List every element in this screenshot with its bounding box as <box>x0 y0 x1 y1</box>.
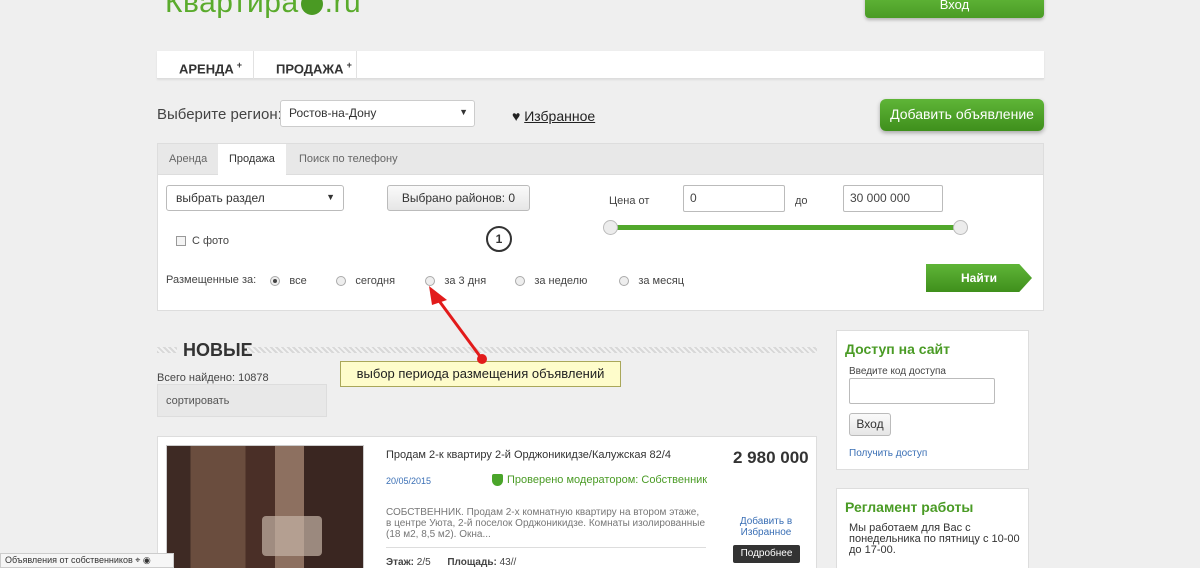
radio-icon[interactable] <box>515 275 525 286</box>
price-slider-max-handle[interactable] <box>953 220 968 235</box>
price-from-label: Цена от <box>609 195 650 207</box>
price-slider-min-handle[interactable] <box>603 220 618 235</box>
eye-icon: ◉ <box>142 555 151 565</box>
schedule-title: Регламент работы <box>845 499 974 515</box>
period-option-label: все <box>289 275 307 287</box>
logo-text: Квартира <box>165 0 299 19</box>
nav-item-label: АРЕНДА <box>179 61 234 77</box>
nav-item-rent[interactable]: АРЕНДА + <box>157 51 254 79</box>
dropdown-arrow-icon: ▼ <box>326 192 335 202</box>
region-select[interactable]: Ростов-на-Дону ▼ <box>280 100 475 127</box>
districts-button[interactable]: Выбрано районов: 0 <box>387 185 530 211</box>
listing-date: 20/05/2015 <box>386 476 432 486</box>
period-option-3days[interactable]: за 3 дня <box>425 273 486 287</box>
status-text: Объявления от собственников <box>5 555 133 565</box>
sort-dropdown[interactable]: сортировать <box>157 384 327 417</box>
with-photo-option[interactable]: С фото <box>176 235 229 247</box>
radio-icon[interactable] <box>270 275 280 286</box>
verified-label: Проверено модератором: Собственник <box>507 474 708 486</box>
annotation-step-badge: 1 <box>486 226 512 252</box>
tab-rent[interactable]: Аренда <box>158 144 218 175</box>
period-option-month[interactable]: за месяц <box>619 273 684 287</box>
access-code-input[interactable] <box>849 378 995 404</box>
radio-icon[interactable] <box>336 275 346 286</box>
site-logo[interactable]: Квартира .ru <box>165 0 361 20</box>
region-label: Выберите регион: <box>157 106 282 123</box>
period-option-all[interactable]: все <box>270 273 307 287</box>
listing-photo[interactable] <box>166 445 364 568</box>
tab-phone-search[interactable]: Поиск по телефону <box>288 144 409 175</box>
access-code-label: Введите код доступа <box>849 366 946 377</box>
top-login-button[interactable]: Вход <box>865 0 1044 18</box>
listing-title[interactable]: Продам 2-к квартиру 2-й Орджоникидзе/Кал… <box>386 449 671 461</box>
nav-plus-icon: + <box>346 60 352 70</box>
details-button[interactable]: Подробнее <box>733 545 800 563</box>
nav-item-sale[interactable]: ПРОДАЖА + <box>254 51 357 79</box>
listing-verified-badge: Проверено модератором: Собственник <box>492 474 708 487</box>
listing-price: 2 980 000 <box>733 448 809 467</box>
listing-description: СОБСТВЕННИК. Продам 2-х комнатную кварти… <box>386 507 706 540</box>
pin-icon: ⌖ <box>135 555 141 565</box>
divider <box>386 547 706 548</box>
section-select-value: выбрать раздел <box>176 191 265 205</box>
heading-decoration <box>157 347 177 353</box>
main-nav: АРЕНДА + ПРОДАЖА + <box>157 51 1044 79</box>
favorites-link[interactable]: ♥ Избранное <box>512 108 595 124</box>
region-select-value: Ростов-на-Дону <box>289 106 377 120</box>
dropdown-arrow-icon: ▼ <box>459 107 468 117</box>
period-option-label: за месяц <box>638 275 684 287</box>
access-login-button[interactable]: Вход <box>849 413 891 436</box>
logo-domain: .ru <box>324 0 362 19</box>
heart-icon: ♥ <box>512 108 521 124</box>
floor-value: 2/5 <box>416 557 431 568</box>
listing-specs: Этаж: 2/5 Площадь: 43// <box>386 557 516 568</box>
status-bar: Объявления от собственников ⌖ ◉ <box>0 553 174 568</box>
price-from-input[interactable]: 0 <box>683 185 785 212</box>
favorites-label: Избранное <box>524 108 596 124</box>
floor-label: Этаж: <box>386 557 414 568</box>
schedule-text: Мы работаем для Вас с понедельника по пя… <box>849 522 1020 556</box>
period-option-today[interactable]: сегодня <box>336 273 395 287</box>
period-option-label: за 3 дня <box>444 275 487 287</box>
period-label: Размещенные за: <box>166 274 257 286</box>
with-photo-checkbox[interactable] <box>176 236 186 247</box>
period-option-label: за неделю <box>534 275 588 287</box>
verified-shield-icon <box>492 474 503 487</box>
new-listings-heading: НОВЫЕ <box>157 340 817 360</box>
nav-item-label: ПРОДАЖА <box>276 61 344 77</box>
with-photo-label: С фото <box>192 235 229 247</box>
area-label: Площадь: <box>447 557 497 568</box>
total-found: Всего найдено: 10878 <box>157 372 269 384</box>
area-value: 43// <box>499 557 517 568</box>
access-box: Доступ на сайт Введите код доступа Вход … <box>836 330 1029 470</box>
filter-tabs: Аренда Продажа Поиск по телефону <box>158 144 1043 176</box>
price-to-label: до <box>795 195 808 207</box>
section-select[interactable]: выбрать раздел ▼ <box>166 185 344 211</box>
logo-circle-icon <box>300 0 323 16</box>
nav-plus-icon: + <box>236 60 243 70</box>
radio-icon[interactable] <box>425 275 435 286</box>
section-title: НОВЫЕ <box>183 340 253 360</box>
period-tooltip: выбор периода размещения объявлений <box>340 361 621 387</box>
period-option-label: сегодня <box>355 275 396 287</box>
heading-decoration <box>247 347 817 353</box>
get-access-link[interactable]: Получить доступ <box>849 448 927 459</box>
radio-icon[interactable] <box>619 275 629 286</box>
add-to-favorites-link[interactable]: Добавить в Избранное <box>736 516 796 538</box>
period-option-week[interactable]: за неделю <box>515 273 587 287</box>
listing-card: Продам 2-к квартиру 2-й Орджоникидзе/Кал… <box>157 436 817 568</box>
price-slider-track[interactable] <box>610 225 960 230</box>
add-listing-button[interactable]: Добавить объявление <box>880 99 1044 131</box>
price-to-input[interactable]: 30 000 000 <box>843 185 943 212</box>
schedule-box: Регламент работы Мы работаем для Вас с п… <box>836 488 1029 568</box>
tab-sale[interactable]: Продажа <box>218 144 286 176</box>
find-button[interactable]: Найти <box>926 264 1032 292</box>
access-title: Доступ на сайт <box>845 341 950 357</box>
